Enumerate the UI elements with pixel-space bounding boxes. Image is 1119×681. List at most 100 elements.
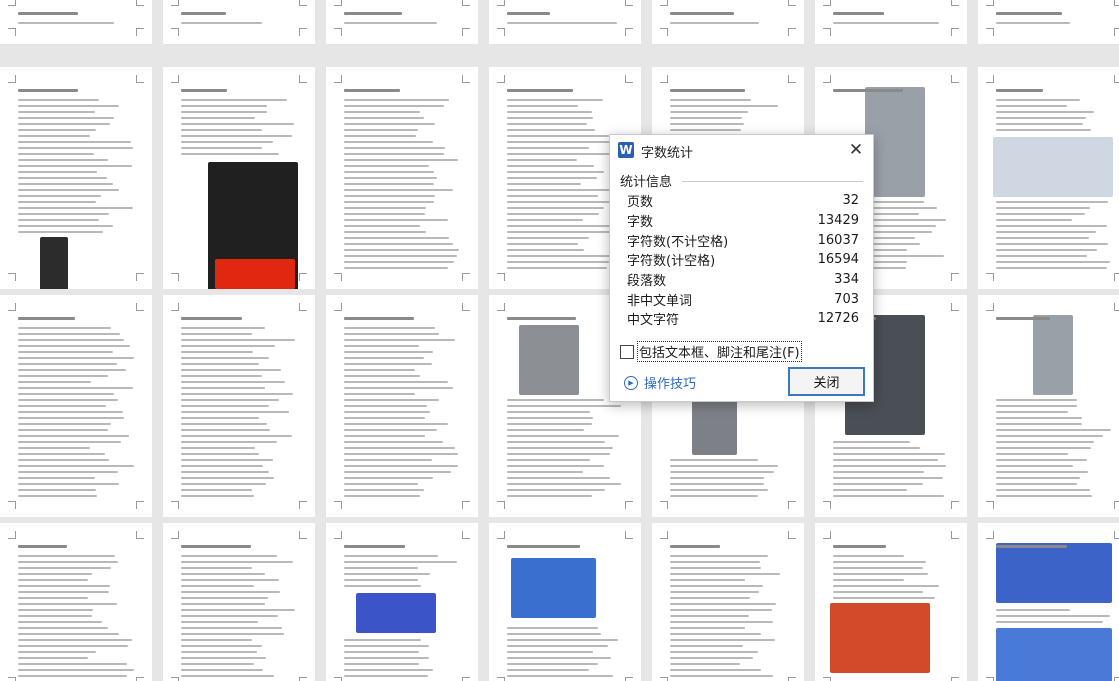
page-text-line <box>996 207 1091 209</box>
page-text-line <box>996 129 1091 131</box>
page-text-line <box>181 333 252 335</box>
page-text-line <box>181 585 254 587</box>
close-button[interactable]: 关闭 <box>788 367 865 396</box>
page-heading <box>344 89 401 92</box>
page-text-line <box>344 171 435 173</box>
page-text-line <box>344 333 440 335</box>
crop-mark <box>136 273 144 281</box>
page-text-line <box>344 429 437 431</box>
page-text-line <box>18 567 111 569</box>
crop-mark <box>625 0 633 6</box>
page-text-line <box>996 483 1078 485</box>
page-text-line <box>18 609 93 611</box>
page-text-line <box>833 22 939 24</box>
include-textboxes-checkbox[interactable] <box>620 344 634 359</box>
page-text-line <box>507 135 609 137</box>
page-text-line <box>344 669 433 671</box>
page-text-line <box>181 465 263 467</box>
page-text-line <box>344 153 444 155</box>
page-thumbnail <box>0 67 152 289</box>
page-text-line <box>507 645 608 647</box>
page-text-line <box>344 387 454 389</box>
crop-mark <box>951 28 959 36</box>
page-heading <box>996 89 1044 92</box>
crop-mark <box>660 28 668 36</box>
crop-mark <box>625 75 633 83</box>
page-text-line <box>833 483 924 485</box>
word-count-dialog: W 字数统计 ✕ 统计信息 页数 32 字数 13429 字符数(不计空格) 1… <box>609 134 874 402</box>
page-text-line <box>996 123 1084 125</box>
page-text-line <box>181 561 294 563</box>
crop-mark <box>497 303 505 311</box>
dialog-titlebar[interactable]: W 字数统计 ✕ <box>610 135 873 165</box>
page-text-line <box>670 609 772 611</box>
page-text-line <box>833 573 929 575</box>
page-text-line <box>996 213 1086 215</box>
crop-mark <box>334 303 342 311</box>
page-text-line <box>507 447 614 449</box>
page-text-line <box>996 219 1072 221</box>
crop-mark <box>334 28 342 36</box>
crop-mark <box>497 28 505 36</box>
page-text-line <box>18 117 114 119</box>
page-thumbnail <box>163 295 315 517</box>
page-text-line <box>833 477 943 479</box>
crop-mark <box>136 531 144 539</box>
crop-mark <box>334 677 342 681</box>
stat-value: 32 <box>842 193 859 209</box>
page-text-line <box>181 603 265 605</box>
page-thumbnail <box>978 523 1119 681</box>
close-icon[interactable]: ✕ <box>847 141 865 159</box>
page-thumbnail <box>0 523 152 681</box>
page-text-line <box>181 123 294 125</box>
page-thumbnail <box>326 0 478 44</box>
page-text-line <box>18 591 110 593</box>
stat-row-non-chinese-words: 非中文单词 703 <box>627 289 859 309</box>
page-text-line <box>996 441 1095 443</box>
page-text-line <box>344 237 450 239</box>
page-text-line <box>996 447 1091 449</box>
page-heading <box>996 545 1067 548</box>
page-heading <box>181 545 252 548</box>
include-textboxes-option[interactable]: 包括文本框、脚注和尾注(F) <box>620 341 802 362</box>
page-text-line <box>344 147 446 149</box>
page-text-line <box>181 22 263 24</box>
play-circle-icon: ▶ <box>624 375 638 390</box>
page-text-line <box>670 561 760 563</box>
page-text-line <box>181 417 260 419</box>
page-figure <box>996 543 1112 603</box>
page-text-line <box>344 453 458 455</box>
page-figure <box>215 259 295 289</box>
page-text-line <box>507 177 598 179</box>
page-text-line <box>344 369 416 371</box>
page-text-line <box>344 351 433 353</box>
page-text-line <box>344 435 425 437</box>
stat-label: 段落数 <box>627 274 667 290</box>
stat-row-pages: 页数 32 <box>627 191 859 211</box>
page-text-line <box>507 465 604 467</box>
crop-mark <box>497 531 505 539</box>
statistics-list: 页数 32 字数 13429 字符数(不计空格) 16037 字符数(计空格) … <box>627 191 859 329</box>
page-text-line <box>507 405 622 407</box>
page-text-line <box>181 555 278 557</box>
page-text-line <box>996 267 1107 269</box>
tips-link[interactable]: ▶ 操作技巧 <box>624 373 696 392</box>
page-heading <box>833 545 886 548</box>
page-thumbnail <box>163 0 315 44</box>
page-text-line <box>670 627 745 629</box>
page-heading <box>507 12 551 15</box>
crop-mark <box>8 75 16 83</box>
page-text-line <box>344 447 455 449</box>
page-text-line <box>18 357 134 359</box>
page-text-line <box>18 99 99 101</box>
crop-mark <box>171 303 179 311</box>
crop-mark <box>334 501 342 509</box>
crop-mark <box>171 28 179 36</box>
tips-label[interactable]: 操作技巧 <box>644 373 696 392</box>
include-textboxes-label[interactable]: 包括文本框、脚注和尾注(F) <box>637 341 802 362</box>
page-text-line <box>507 171 604 173</box>
page-text-line <box>18 123 111 125</box>
page-text-line <box>18 375 109 377</box>
page-text-line <box>344 405 427 407</box>
page-text-line <box>18 627 108 629</box>
